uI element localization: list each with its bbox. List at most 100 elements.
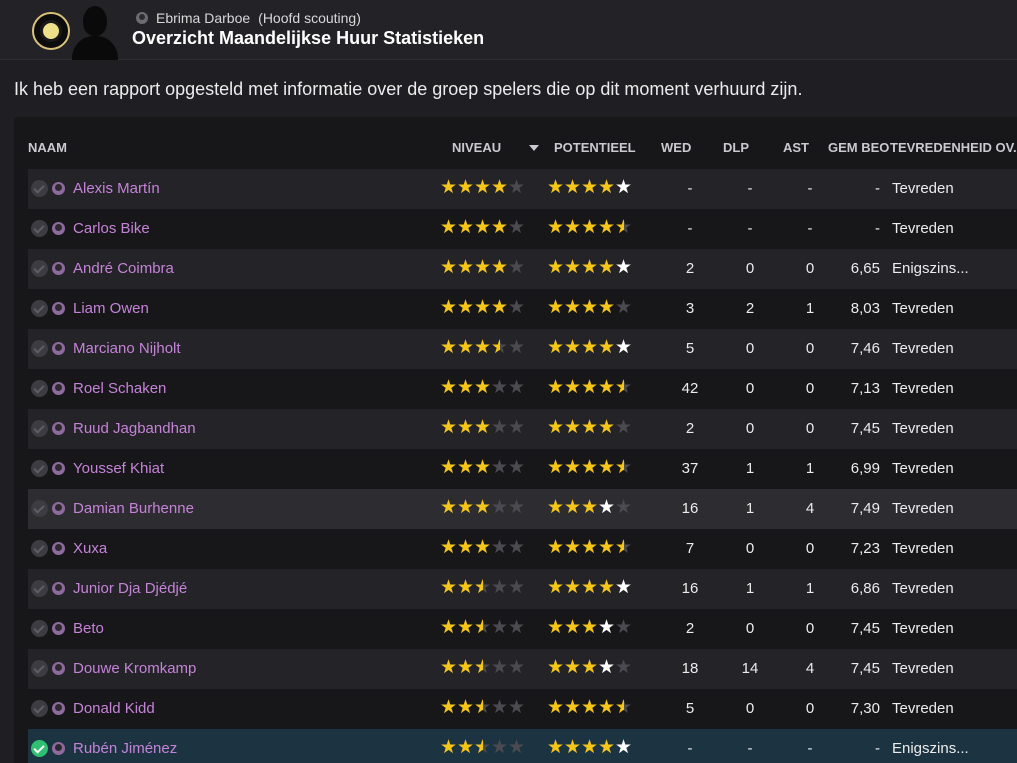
star-icon: ★★ (564, 617, 582, 638)
star-icon: ★★ (598, 417, 616, 438)
checkmark-icon[interactable] (31, 260, 48, 277)
staff-name[interactable]: Ebrima Darboe (156, 10, 250, 26)
tevredenheid-value: Tevreden (892, 300, 954, 317)
gem-beo-value: - (875, 220, 880, 237)
star-icon: ★★ (440, 737, 458, 758)
col-header-wed[interactable]: WED (661, 140, 691, 155)
table-row[interactable]: Xuxa★★★★★★★★★★★★★★★★★★7007,23Tevreden (28, 529, 1017, 569)
table-row[interactable]: Alexis Martín ★ ★ ★ ★ ★ ★ ★ ★ ★ ★ ★ ★ ★ ★ ★ ★ ★ ★ ★ - - - - Tevr… (28, 169, 1017, 209)
checkmark-icon[interactable] (31, 660, 48, 677)
checkmark-icon[interactable] (31, 580, 48, 597)
niveau-stars: ★★★★★★★★ (440, 578, 525, 598)
player-name-link[interactable]: Damian Burhenne (73, 500, 194, 517)
table-row[interactable]: André Coimbra ★ ★ ★ ★ ★ ★ ★ ★ ★ ★ ★ ★ ★ ★ ★ ★ ★ ★ ★ 2 0 0 6,65 E… (28, 249, 1017, 289)
gem-beo-value: 6,99 (850, 460, 880, 477)
player-name-link[interactable]: Carlos Bike (73, 220, 150, 237)
table-row[interactable]: Beto★★★★★★★★★★★★★★★★★2007,45Tevreden (28, 609, 1017, 649)
player-name-link[interactable]: Rubén Jiménez (73, 740, 177, 757)
star-icon: ★★ (615, 457, 633, 478)
star-icon: ★ (615, 297, 633, 318)
player-name-link[interactable]: André Coimbra (73, 260, 174, 277)
player-name-link[interactable]: Alexis Martín (73, 180, 160, 197)
staff-avatar[interactable] (72, 2, 118, 60)
col-header-gem-beo[interactable]: GEM BEO (828, 140, 889, 155)
checkmark-icon[interactable] (31, 300, 48, 317)
star-icon: ★★ (564, 297, 582, 318)
table-row[interactable]: Donald Kidd★★★★★★★★★★★★★★★★★★5007,30Tevr… (28, 689, 1017, 729)
tevredenheid-value: Enigszins... (892, 740, 969, 757)
table-row[interactable]: Marciano Nijholt★★★★★★★★★★★★★★★★★★★5007,… (28, 329, 1017, 369)
player-name-link[interactable]: Youssef Khiat (73, 460, 164, 477)
ast-value: 0 (805, 340, 815, 357)
player-name-link[interactable]: Ruud Jagbandhan (73, 420, 196, 437)
player-icon (52, 462, 65, 475)
table-row[interactable]: Rubén Jiménez★★★★★★★★★★★★★★★★★★----Enigs… (28, 729, 1017, 763)
col-header-dlp[interactable]: DLP (723, 140, 749, 155)
checkmark-icon[interactable] (31, 380, 48, 397)
col-header-ast[interactable]: AST (783, 140, 809, 155)
star-icon: ★★ (615, 377, 633, 398)
checkmark-icon[interactable] (31, 620, 48, 637)
table-row[interactable]: Douwe Kromkamp★★★★★★★★★★★★★★★★★181447,45… (28, 649, 1017, 689)
player-name-link[interactable]: Douwe Kromkamp (73, 660, 196, 677)
player-name-link[interactable]: Roel Schaken (73, 380, 166, 397)
table-row[interactable]: Roel Schaken★★★★★★★★★★★★★★★★★★42007,13Te… (28, 369, 1017, 409)
star-icon: ★★ (581, 457, 599, 478)
col-header-naam[interactable]: NAAM (28, 140, 67, 155)
table-row[interactable]: Carlos Bike★★★★★★★★★★★★★★★★★★★----Tevred… (28, 209, 1017, 249)
checkmark-icon[interactable] (31, 340, 48, 357)
star-icon: ★★ (457, 337, 475, 358)
table-row[interactable]: Liam Owen ★ ★ ★ ★ ★ ★ ★ ★ ★ ★ ★ ★ ★ ★ ★ ★ ★ ★ 3 2 1 8,03 Tevred… (28, 289, 1017, 329)
player-name-link[interactable]: Marciano Nijholt (73, 340, 181, 357)
star-icon: ★★ (564, 737, 582, 758)
table-row[interactable]: Junior Dja Djédjé★★★★★★★★★★★★★★★★★★16116… (28, 569, 1017, 609)
col-header-niveau[interactable]: NIVEAU (452, 140, 501, 155)
potentieel-stars: ★★★★★★★★★★ (547, 218, 632, 238)
star-icon: ★★ (474, 697, 492, 718)
checkmark-icon[interactable] (31, 460, 48, 477)
star-icon: ★★ (491, 177, 509, 198)
star-icon: ★★ (581, 657, 599, 678)
star-icon: ★ (615, 617, 633, 638)
star-icon: ★★ (547, 697, 565, 718)
wed-value: 2 (685, 620, 695, 637)
checkmark-icon[interactable] (31, 700, 48, 717)
checkmark-icon[interactable] (31, 540, 48, 557)
club-badge-icon[interactable] (32, 12, 70, 50)
niveau-stars: ★★★★★★★★ (440, 738, 525, 758)
star-icon: ★★ (547, 377, 565, 398)
star-icon: ★★ (581, 617, 599, 638)
potentieel-stars: ★★★★★★★★★★ (547, 538, 632, 558)
player-name-link[interactable]: Donald Kidd (73, 700, 155, 717)
player-name-link[interactable]: Xuxa (73, 540, 107, 557)
checkmark-icon[interactable] (31, 180, 48, 197)
table-row[interactable]: Ruud Jagbandhan ★ ★ ★ ★ ★ ★ ★ ★ ★ ★ ★ ★ ★ ★ ★ ★ ★ 2 0 0 7,45 T… (28, 409, 1017, 449)
checkmark-icon[interactable] (31, 740, 48, 757)
player-name-link[interactable]: Beto (73, 620, 104, 637)
checkmark-icon[interactable] (31, 500, 48, 517)
col-header-tevredenheid[interactable]: TEVREDENHEID OV... (890, 140, 1017, 155)
star-icon: ★ (491, 377, 509, 398)
wed-value: 5 (685, 700, 695, 717)
star-icon: ★★ (581, 257, 599, 278)
player-name-link[interactable]: Liam Owen (73, 300, 149, 317)
star-icon: ★★ (598, 337, 616, 358)
checkmark-icon[interactable] (31, 420, 48, 437)
player-name-link[interactable]: Junior Dja Djédjé (73, 580, 187, 597)
star-icon: ★ (508, 657, 526, 678)
star-icon: ★ (508, 177, 526, 198)
potentieel-stars: ★ ★ ★ ★ ★ ★ ★ ★ ★ (547, 498, 632, 518)
potentieel-stars: ★★★★★★★★★★ (547, 738, 632, 758)
sort-descending-icon[interactable] (529, 145, 539, 151)
table-row[interactable]: Youssef Khiat★★★★★★★★★★★★★★★★★★37116,99T… (28, 449, 1017, 489)
col-header-potentieel[interactable]: POTENTIEEL (554, 140, 636, 155)
niveau-stars: ★★★★★★★★ (440, 458, 525, 478)
star-icon: ★★ (474, 657, 492, 678)
ast-value: - (807, 220, 813, 237)
star-icon: ★ (508, 297, 526, 318)
checkmark-icon[interactable] (31, 220, 48, 237)
star-icon: ★ (508, 497, 526, 518)
star-icon: ★★ (581, 217, 599, 238)
star-icon: ★★ (598, 217, 616, 238)
table-row[interactable]: Damian Burhenne ★ ★ ★ ★ ★ ★ ★ ★ ★ ★ ★ ★ ★ ★ ★ ★ ★ 16 1 4 7,49… (28, 489, 1017, 529)
